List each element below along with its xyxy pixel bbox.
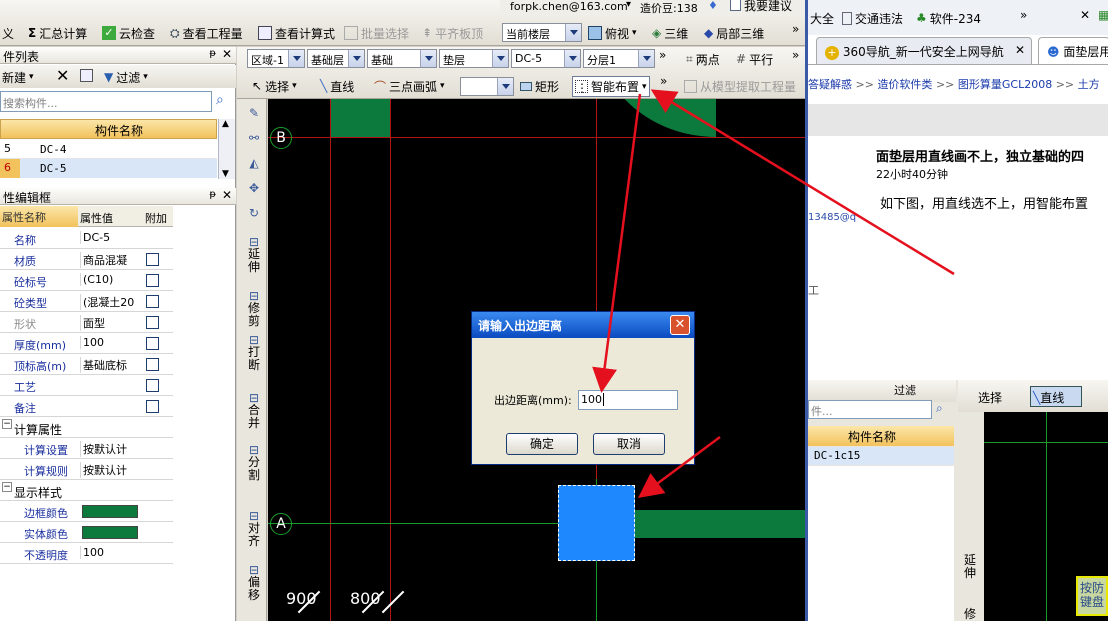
annotation-arrows: [592, 89, 955, 498]
arrow-to-smart-layout: [650, 89, 955, 276]
arrow-to-blue-block: [637, 435, 721, 498]
arrow-to-input: [592, 93, 642, 393]
